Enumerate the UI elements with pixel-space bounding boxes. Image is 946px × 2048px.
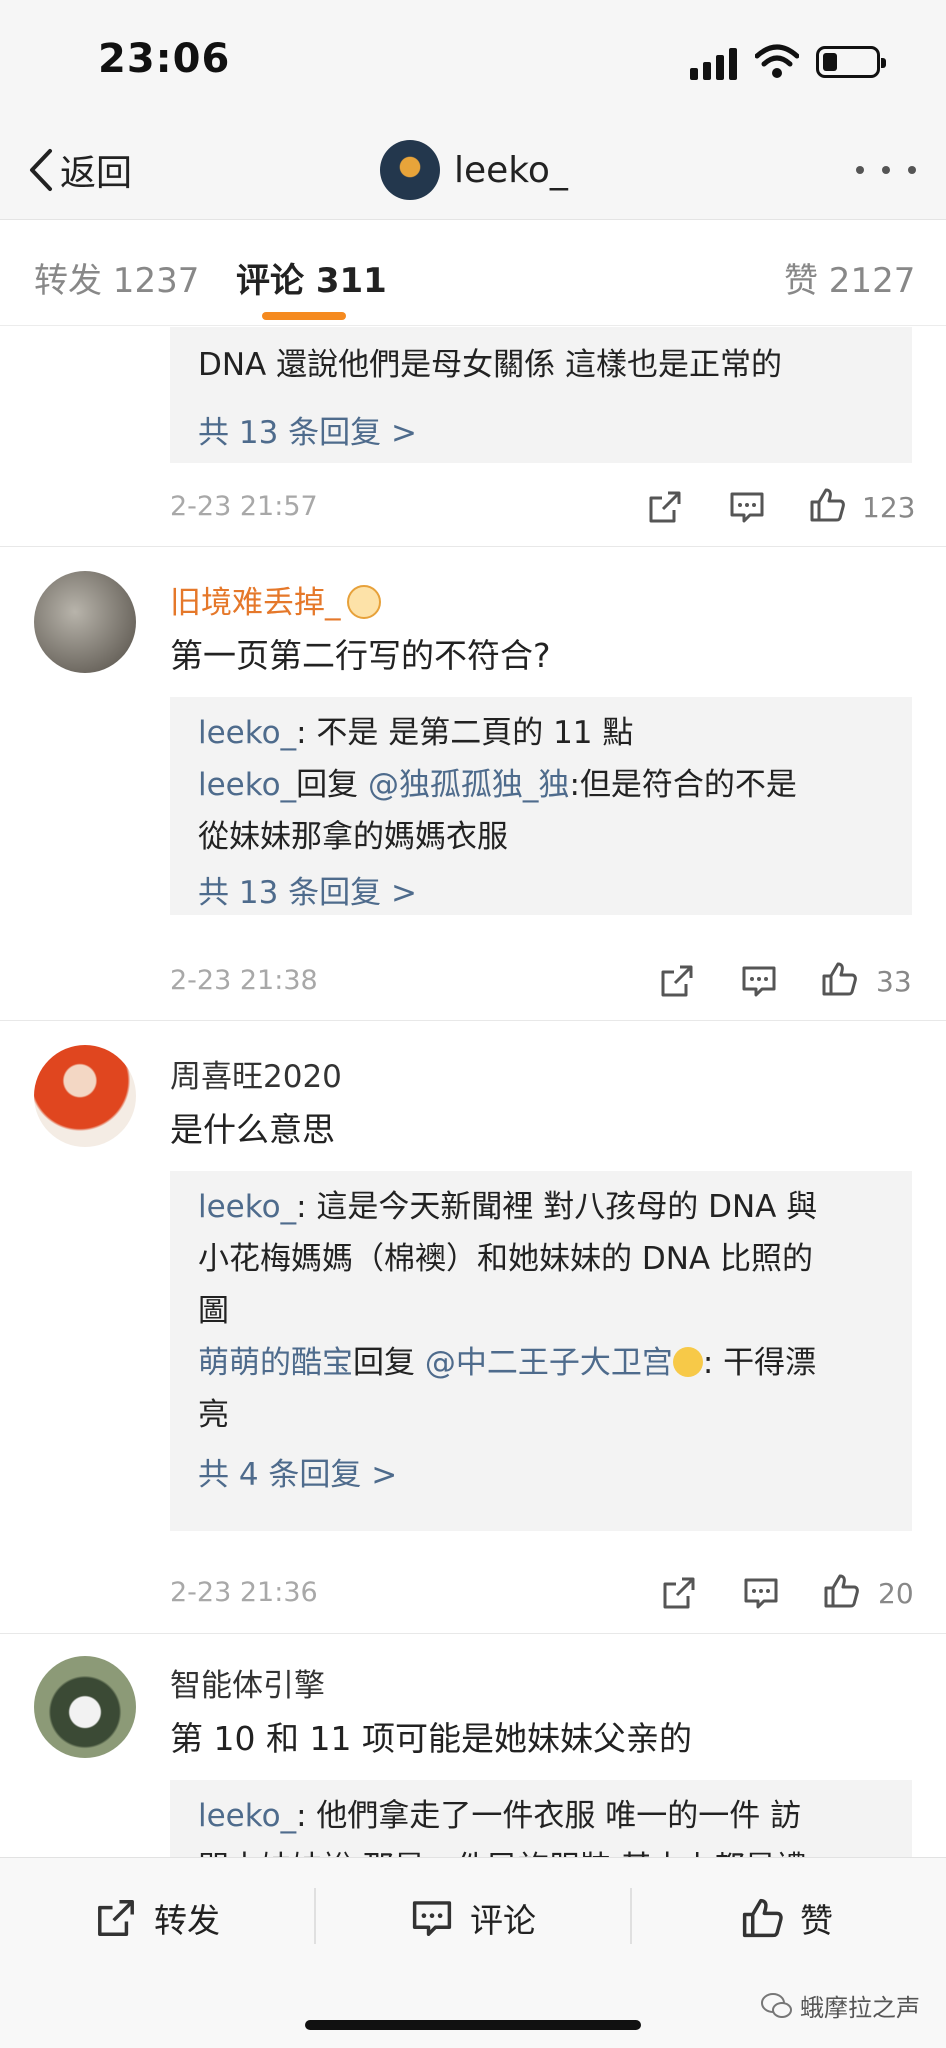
comment-text: 第 10 和 11 项可能是她妹妹父亲的 (170, 1719, 692, 1758)
reply-line: 從妹妹那拿的媽媽衣服 (198, 819, 508, 855)
share-icon[interactable] (660, 1574, 698, 1612)
share-icon[interactable] (658, 962, 696, 1000)
comment-button[interactable]: 评论 (410, 1888, 536, 1948)
comment-icon[interactable] (742, 1574, 780, 1612)
comment-text: 第一页第二行写的不符合? (170, 636, 551, 675)
page-title: leeko_ (454, 149, 568, 191)
user-avatar[interactable] (34, 1656, 136, 1758)
comment-time: 2-23 21:36 (170, 1577, 318, 1608)
reply-line: 問中妹妹說 那是一件民族服裝 基本上都是禮 (198, 1842, 807, 1857)
like-count: 123 (862, 491, 916, 524)
comment-icon[interactable] (740, 962, 778, 1000)
watermark: 蛾摩拉之声 (760, 1988, 920, 2023)
like-count: 33 (876, 965, 912, 998)
comment-label: 评论 (470, 1901, 536, 1940)
home-indicator[interactable] (305, 2020, 641, 2030)
divider (0, 546, 946, 547)
bottom-toolbar: 转发 评论 赞 蛾摩拉之声 (0, 1857, 946, 2048)
comment-username[interactable]: 旧境难丢掉_ (170, 577, 381, 622)
reply-line: DNA 還說他們是母女關係 這樣也是正常的 (198, 347, 782, 383)
dot-icon (882, 166, 890, 174)
reply-line: leeko_: 這是今天新聞裡 對八孩母的 DNA 與 (198, 1189, 818, 1225)
status-time: 23:06 (98, 36, 231, 82)
comment-time: 2-23 21:57 (170, 491, 318, 522)
reply-box[interactable]: leeko_: 他們拿走了一件衣服 唯一的一件 訪 問中妹妹說 那是一件民族服裝… (170, 1780, 912, 1857)
nav-bar: 返回 leeko_ (0, 120, 946, 220)
reply-line: 小花梅媽媽（棉襖）和她妹妹的 DNA 比照的 (198, 1241, 813, 1277)
reply-line: leeko_: 他們拿走了一件衣服 唯一的一件 訪 (198, 1798, 802, 1834)
thumbs-up-icon[interactable] (808, 486, 846, 524)
comment-username[interactable]: 周喜旺2020 (170, 1051, 342, 1096)
emoji-icon (672, 1346, 703, 1377)
more-replies-link[interactable]: 共 4 条回复 > (198, 1449, 397, 1494)
divider (630, 1888, 632, 1944)
dot-icon (856, 166, 864, 174)
cellular-signal-icon (690, 48, 737, 80)
chevron-left-icon (30, 149, 52, 191)
reply-line: 圖 (198, 1293, 229, 1329)
back-label: 返回 (60, 153, 133, 194)
share-icon (98, 1900, 134, 1936)
comment-time: 2-23 21:38 (170, 965, 318, 996)
reply-box[interactable]: DNA 還說他們是母女關係 這樣也是正常的 共 13 条回复 > (170, 327, 912, 463)
comment-icon (412, 1901, 452, 1936)
like-label: 赞 (800, 1901, 833, 1940)
divider (0, 1633, 946, 1634)
status-bar: 23:06 (0, 0, 946, 120)
more-options-button[interactable] (856, 142, 916, 198)
reply-line: leeko_: 不是 是第二頁的 11 點 (198, 715, 634, 751)
wifi-icon (755, 44, 799, 78)
share-icon[interactable] (646, 488, 684, 526)
reply-line: 萌萌的酷宝回复 @中二王子大卫宫: 干得漂 (198, 1345, 817, 1381)
repost-button[interactable]: 转发 (94, 1888, 220, 1948)
reply-line: 亮 (198, 1397, 229, 1433)
tab-active-indicator (262, 312, 346, 320)
battery-icon (816, 46, 886, 78)
thumbs-up-icon[interactable] (820, 960, 858, 998)
wechat-icon (761, 1992, 792, 2018)
back-button[interactable]: 返回 (26, 142, 132, 198)
comment-icon[interactable] (728, 488, 766, 526)
user-avatar[interactable] (34, 571, 136, 673)
like-count: 20 (878, 1577, 914, 1610)
tab-bar: 转发 1237 评论 311 赞 2127 (0, 221, 946, 326)
thumbs-up-icon[interactable] (822, 1572, 860, 1610)
repost-label: 转发 (154, 1901, 220, 1940)
more-replies-link[interactable]: 共 13 条回复 > (198, 407, 417, 452)
tab-reposts[interactable]: 转发 1237 (34, 253, 199, 302)
reply-box[interactable]: leeko_: 不是 是第二頁的 11 點 leeko_回复 @独孤孤独_独:但… (170, 697, 912, 915)
avatar[interactable] (380, 140, 440, 200)
more-replies-link[interactable]: 共 13 条回复 > (198, 867, 417, 912)
comment-list[interactable]: DNA 還說他們是母女關係 這樣也是正常的 共 13 条回复 > 2-23 21… (0, 327, 946, 1857)
profile-header[interactable]: leeko_ (380, 138, 568, 202)
tab-comments[interactable]: 评论 311 (236, 253, 387, 302)
user-avatar[interactable] (34, 1045, 136, 1147)
like-button[interactable]: 赞 (740, 1888, 833, 1948)
thumbs-up-icon (742, 1898, 783, 1938)
divider (314, 1888, 316, 1944)
comment-username[interactable]: 智能体引擎 (170, 1660, 325, 1705)
tab-likes[interactable]: 赞 2127 (784, 253, 915, 302)
reply-line: leeko_回复 @独孤孤独_独:但是符合的不是 (198, 767, 797, 803)
vip-crown-icon (346, 584, 381, 619)
divider (0, 1020, 946, 1021)
comment-text: 是什么意思 (170, 1110, 335, 1149)
dot-icon (908, 166, 916, 174)
reply-box[interactable]: leeko_: 這是今天新聞裡 對八孩母的 DNA 與 小花梅媽媽（棉襖）和她妹… (170, 1171, 912, 1531)
